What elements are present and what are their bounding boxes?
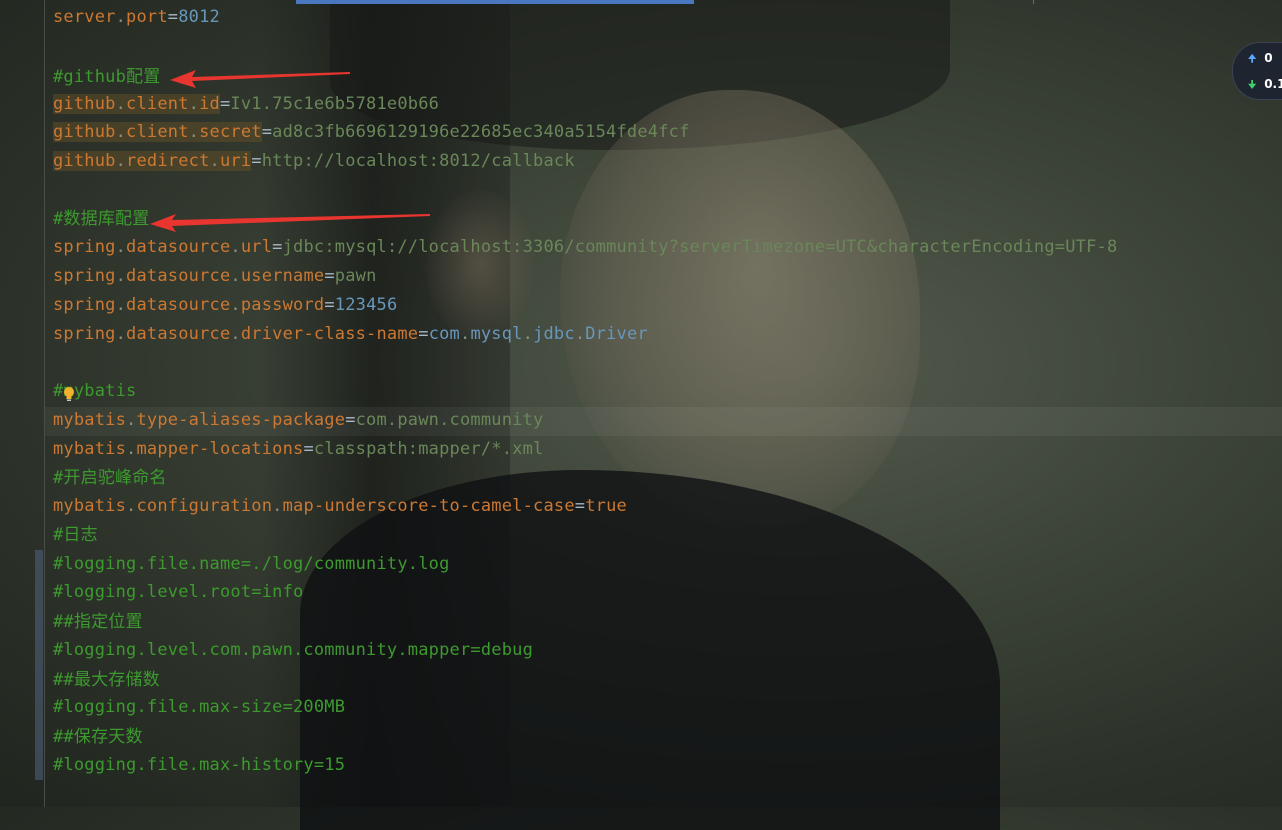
property-value: pawn <box>334 266 377 286</box>
equals-sign: = <box>324 295 335 315</box>
horizontal-scroll-thumb[interactable] <box>296 0 694 4</box>
wallpaper-ear <box>425 190 535 340</box>
property-key: server.port <box>53 7 168 27</box>
gutter-divider <box>44 0 45 807</box>
comment-line[interactable]: ##最大存储数 <box>53 669 160 691</box>
property-value: com.mysql.jdbc.Driver <box>428 324 648 344</box>
comment-text: ##指定位置 <box>53 612 143 632</box>
download-value: 0.1 <box>1264 77 1282 91</box>
property-key: github.redirect.uri <box>53 151 252 171</box>
comment-text: #logging.file.name=./log/community.log <box>53 554 450 574</box>
property-line[interactable]: github.redirect.uri=http://localhost:801… <box>53 150 575 172</box>
network-speed-widget[interactable]: 🠉 0 🠋 0.1 <box>1232 42 1282 100</box>
property-line[interactable]: github.client.id=Iv1.75c1e6b5781e0b66 <box>53 93 439 115</box>
comment-line[interactable]: #数据库配置 <box>53 208 149 230</box>
property-key: mybatis.configuration.map-underscore-to-… <box>53 496 575 516</box>
comment-text: #github配置 <box>53 67 161 87</box>
property-line[interactable]: mybatis.mapper-locations=classpath:mappe… <box>53 438 543 460</box>
property-key: github.client.id <box>53 94 220 114</box>
annotation-arrow <box>150 214 430 232</box>
property-value: true <box>585 496 627 516</box>
property-line[interactable]: server.port=8012 <box>53 6 220 28</box>
comment-line[interactable]: #logging.file.name=./log/community.log <box>53 553 450 575</box>
comment-line[interactable]: #开启驼峰命名 <box>53 467 167 489</box>
lightbulb-icon[interactable] <box>62 386 76 402</box>
tab-divider <box>1033 0 1034 4</box>
vcs-change-marker[interactable] <box>35 550 43 780</box>
comment-text: #logging.file.max-history=15 <box>53 755 346 775</box>
property-line[interactable]: spring.datasource.password=123456 <box>53 294 397 316</box>
equals-sign: = <box>272 237 283 257</box>
property-key: spring.datasource.driver-class-name <box>53 324 419 344</box>
equals-sign: = <box>219 94 231 114</box>
equals-sign: = <box>418 324 429 344</box>
property-key: github.client.secret <box>53 122 262 142</box>
equals-sign: = <box>574 496 586 516</box>
comment-text: #数据库配置 <box>53 209 150 229</box>
property-line[interactable]: spring.datasource.username=pawn <box>53 265 377 287</box>
equals-sign: = <box>167 7 179 27</box>
comment-line[interactable]: #logging.level.com.pawn.community.mapper… <box>53 639 533 661</box>
property-line[interactable]: spring.datasource.driver-class-name=com.… <box>53 323 648 345</box>
property-value: com.pawn.community <box>355 410 544 430</box>
download-speed: 🠋 0.1 <box>1248 77 1282 95</box>
comment-line[interactable]: #日志 <box>53 524 98 546</box>
property-key: mybatis.type-aliases-package <box>53 410 346 430</box>
annotation-arrow <box>170 70 350 88</box>
comment-text: #开启驼峰命名 <box>53 468 167 488</box>
arrow-down-icon: 🠋 <box>1248 80 1257 91</box>
property-key: spring.datasource.username <box>53 266 325 286</box>
comment-line[interactable]: ##指定位置 <box>53 611 143 633</box>
comment-text: ##保存天数 <box>53 727 143 747</box>
property-key: spring.datasource.password <box>53 295 325 315</box>
comment-text: #日志 <box>53 525 98 545</box>
upload-value: 0 <box>1264 51 1273 65</box>
comment-line[interactable]: #logging.file.max-size=200MB <box>53 696 345 718</box>
equals-sign: = <box>251 151 262 171</box>
equals-sign: = <box>261 122 273 142</box>
property-value: ad8c3fb6696129196e22685ec340a5154fde4fcf <box>272 122 690 142</box>
comment-text: ##最大存储数 <box>53 670 160 690</box>
upload-speed: 🠉 0 <box>1248 51 1273 69</box>
property-line[interactable]: mybatis.type-aliases-package=com.pawn.co… <box>53 409 543 431</box>
equals-sign: = <box>345 410 356 430</box>
property-line[interactable]: spring.datasource.url=jdbc:mysql://local… <box>53 236 1117 258</box>
comment-line[interactable]: #logging.level.root=info <box>53 581 303 603</box>
equals-sign: = <box>324 266 335 286</box>
property-value: 123456 <box>334 295 398 315</box>
property-value: classpath:mapper/*.xml <box>313 439 544 459</box>
arrow-up-icon: 🠉 <box>1248 54 1257 65</box>
wallpaper-face <box>560 90 920 530</box>
property-value: Iv1.75c1e6b5781e0b66 <box>230 94 440 114</box>
comment-text: #logging.level.root=info <box>53 582 304 602</box>
property-key: mybatis.mapper-locations <box>53 439 304 459</box>
property-value: 8012 <box>178 7 220 27</box>
comment-text: #logging.file.max-size=200MB <box>53 697 346 717</box>
comment-line[interactable]: ##保存天数 <box>53 726 143 748</box>
property-line[interactable]: github.client.secret=ad8c3fb6696129196e2… <box>53 121 690 143</box>
property-line[interactable]: mybatis.configuration.map-underscore-to-… <box>53 495 627 517</box>
property-value: jdbc:mysql://localhost:3306/community?se… <box>282 237 1118 257</box>
property-value: http://localhost:8012/callback <box>261 151 575 171</box>
comment-line[interactable]: #logging.file.max-history=15 <box>53 754 345 776</box>
comment-text: #logging.level.com.pawn.community.mapper… <box>53 640 534 660</box>
equals-sign: = <box>303 439 314 459</box>
property-key: spring.datasource.url <box>53 237 273 257</box>
comment-line[interactable]: #github配置 <box>53 66 160 88</box>
